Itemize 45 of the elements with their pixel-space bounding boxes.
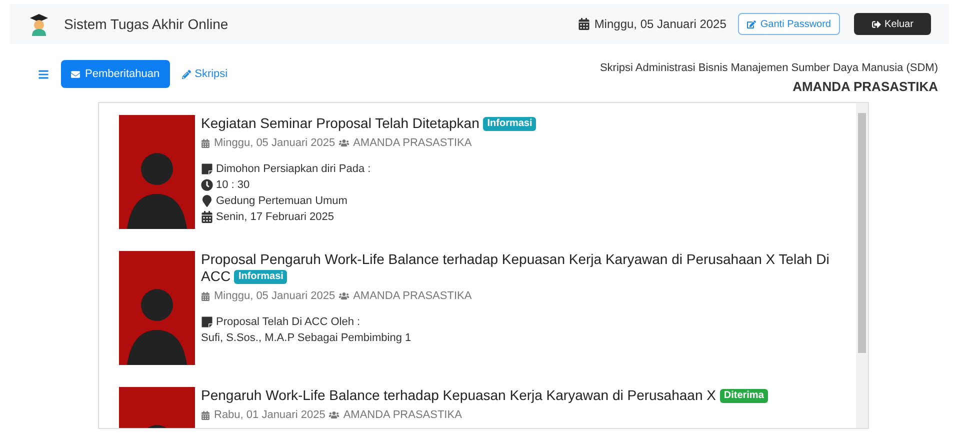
menu-icon[interactable] xyxy=(38,69,49,80)
users-icon xyxy=(339,291,350,302)
scrollbar[interactable] xyxy=(856,103,868,428)
notification-author: AMANDA PRASASTIKA xyxy=(343,408,462,423)
envelope-icon xyxy=(71,70,80,78)
notification-date: Minggu, 05 Januari 2025 xyxy=(214,136,336,151)
pencil-icon xyxy=(182,70,191,78)
notification-title: Pengaruh Work-Life Balance terhadap Kepuasan Kerja Karyawan di Perusahaan X Diterima xyxy=(201,387,768,404)
notification-title: Proposal Pengaruh Work-Life Balance terhadap Kepuasan Kerja Karyawan di Perusahaan X Telah Di ACC Informasi xyxy=(201,251,830,285)
notification-text: Sufi, S.Sos., M.A.P Sebagai Pembimbing 1 xyxy=(201,330,412,346)
notification-text: Dimohon Persiapkan diri Pada : xyxy=(216,162,371,176)
calendar-icon xyxy=(201,210,213,222)
note-icon xyxy=(201,162,213,174)
calendar-icon xyxy=(201,138,210,148)
status-badge: Informasi xyxy=(483,117,536,132)
app-title: Sistem Tugas Akhir Online xyxy=(64,14,228,34)
map-pin-icon xyxy=(201,194,213,206)
notification-date: Rabu, 01 Januari 2025 xyxy=(214,408,326,423)
note-icon xyxy=(201,316,213,328)
student-name: AMANDA PRASASTIKA xyxy=(792,78,938,96)
calendar-icon xyxy=(578,18,590,30)
notification-text: Senin, 17 Februari 2025 xyxy=(216,210,334,224)
notification-text: Proposal Telah Di ACC Oleh : xyxy=(216,314,360,330)
logout-button[interactable]: Keluar xyxy=(854,13,931,35)
clock-icon xyxy=(201,178,213,190)
status-badge: Informasi xyxy=(234,270,288,284)
nav-tab[interactable]: Pemberitahuan xyxy=(61,60,170,88)
notification-text: Gedung Pertemuan Umum xyxy=(216,194,348,208)
change-password-button[interactable]: Ganti Password xyxy=(738,13,840,35)
edit-icon xyxy=(747,20,756,28)
program-name: Skripsi Administrasi Bisnis Manajemen Sumber Daya Manusia (SDM) xyxy=(600,61,938,76)
header-date: Minggu, 05 Januari 2025 xyxy=(594,16,726,33)
calendar-icon xyxy=(201,410,210,420)
calendar-icon xyxy=(201,292,210,301)
notification-text: 10 : 30 xyxy=(216,178,250,192)
status-badge: Diterima xyxy=(720,389,768,404)
users-icon xyxy=(329,410,340,420)
notification-author: AMANDA PRASASTIKA xyxy=(353,289,472,304)
notification-title: Kegiatan Seminar Proposal Telah Ditetapkan Informasi xyxy=(201,115,536,132)
notification-author: AMANDA PRASASTIKA xyxy=(353,136,472,151)
nav-tab[interactable]: Skripsi xyxy=(178,60,232,88)
notification-date: Minggu, 05 Januari 2025 xyxy=(214,289,336,304)
sign-out-icon xyxy=(872,20,881,28)
users-icon xyxy=(339,138,350,148)
graduate-logo-icon xyxy=(28,12,50,36)
